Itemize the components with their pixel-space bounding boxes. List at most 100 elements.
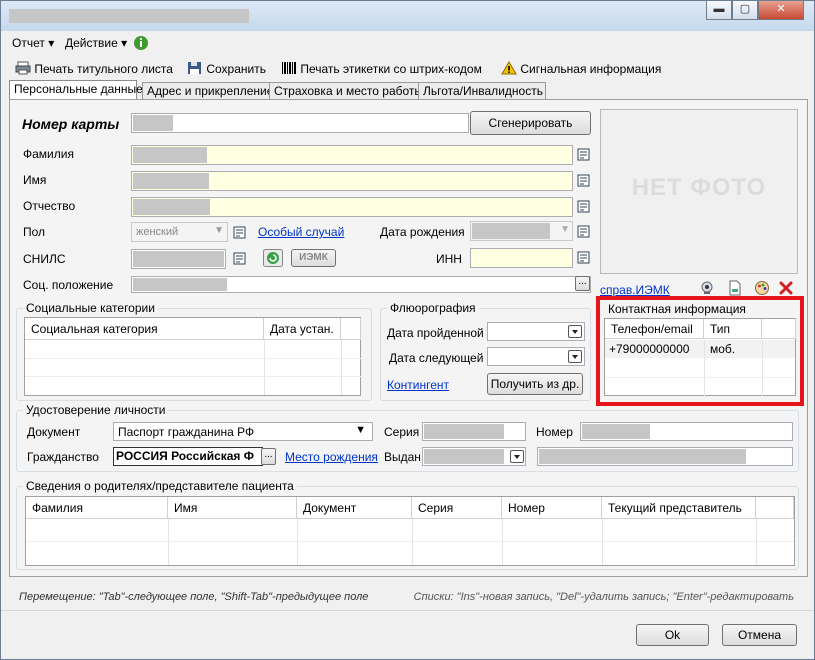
- parents-grid[interactable]: Фамилия Имя Документ Серия Номер Текущий…: [25, 496, 795, 566]
- tab-personal-data[interactable]: Персональные данные: [9, 80, 143, 100]
- birthplace-link[interactable]: Место рождения: [285, 450, 378, 464]
- refresh-icon[interactable]: [263, 249, 283, 267]
- calendar-dropdown-icon[interactable]: [568, 350, 582, 363]
- lookup-icon[interactable]: [233, 252, 247, 266]
- document-select[interactable]: Паспорт гражданина РФ ▼: [113, 422, 373, 441]
- lookup-icon[interactable]: [577, 174, 591, 188]
- patronymic-input[interactable]: [131, 197, 573, 217]
- fluorography-group: Флюорография Дата пройденной Дата следую…: [380, 301, 591, 401]
- file-icon[interactable]: [727, 280, 743, 296]
- column-header-type[interactable]: Тип: [704, 319, 762, 339]
- column-header-number[interactable]: Номер: [502, 497, 602, 519]
- column-header-document[interactable]: Документ: [297, 497, 412, 519]
- column-header-filler: [756, 497, 794, 519]
- grid-line: [341, 340, 342, 395]
- personal-data-panel: Номер карты Сгенерировать Фамилия Имя От…: [9, 99, 808, 577]
- signal-info-button[interactable]: Сигнальная информация: [501, 60, 661, 78]
- column-header-filler: [341, 318, 361, 340]
- surname-input[interactable]: [131, 145, 573, 165]
- social-categories-grid[interactable]: Социальная категория Дата устан.: [24, 317, 361, 396]
- hint-lists: Списки: "Ins"-новая запись, "Del"-удалит…: [413, 591, 794, 603]
- number-label: Номер: [536, 425, 573, 439]
- column-header-category[interactable]: Социальная категория: [25, 318, 264, 340]
- inn-label: ИНН: [436, 252, 462, 266]
- issued-date-input[interactable]: [537, 447, 793, 466]
- special-case-link[interactable]: Особый случай: [258, 225, 344, 239]
- lookup-icon[interactable]: [577, 148, 591, 162]
- grid-line: [264, 340, 265, 395]
- contingent-link[interactable]: Контингент: [387, 378, 449, 392]
- grid-line: [704, 340, 705, 396]
- print-labels-button[interactable]: Печать этикетки со штрих-кодом: [281, 60, 482, 78]
- save-button[interactable]: Сохранить: [187, 60, 266, 78]
- social-categories-group: Социальные категории Социальная категори…: [16, 301, 372, 401]
- webcam-icon[interactable]: [699, 280, 715, 296]
- grid-line: [25, 358, 361, 359]
- column-header-series[interactable]: Серия: [412, 497, 502, 519]
- menu-action[interactable]: Действие ▾: [65, 36, 127, 50]
- column-header-surname[interactable]: Фамилия: [26, 497, 168, 519]
- issued-by-select[interactable]: [422, 447, 526, 466]
- lookup-icon[interactable]: [577, 200, 591, 214]
- iemk-button[interactable]: ИЭМК: [291, 249, 336, 267]
- fluoro-done-input[interactable]: [487, 322, 585, 341]
- cancel-button[interactable]: Отмена: [722, 624, 797, 646]
- grid-line: [412, 519, 413, 565]
- social-status-browse-button[interactable]: ...: [575, 276, 590, 291]
- maximize-button[interactable]: ▢: [732, 1, 758, 20]
- card-number-input[interactable]: [131, 113, 469, 133]
- tab-address[interactable]: Адрес и прикрепление: [142, 82, 273, 100]
- dob-label: Дата рождения: [380, 225, 465, 239]
- calendar-dropdown-icon[interactable]: [568, 325, 582, 338]
- column-header-phone[interactable]: Телефон/email: [605, 319, 704, 339]
- lookup-icon[interactable]: [577, 225, 591, 239]
- minimize-button[interactable]: ▬: [706, 1, 732, 20]
- parents-title: Сведения о родителях/представителе пацие…: [23, 479, 297, 493]
- info-icon[interactable]: [133, 35, 149, 51]
- grid-line: [26, 541, 794, 542]
- ok-button[interactable]: Ok: [636, 624, 709, 646]
- photo-area[interactable]: НЕТ ФОТО: [600, 109, 798, 274]
- social-status-input[interactable]: [131, 276, 591, 293]
- fetch-from-other-button[interactable]: Получить из др.: [487, 373, 583, 395]
- name-input[interactable]: [131, 171, 573, 191]
- tab-insurance[interactable]: Страховка и место работы: [269, 82, 423, 100]
- table-row[interactable]: +79000000000 моб.: [605, 340, 795, 358]
- column-header-date[interactable]: Дата устан.: [264, 318, 341, 340]
- close-window-button[interactable]: ✕: [758, 1, 804, 20]
- delete-photo-icon[interactable]: [778, 280, 794, 296]
- redacted-value: [133, 173, 209, 189]
- sex-select[interactable]: женский ▼: [131, 222, 228, 242]
- redacted-value: [133, 251, 224, 267]
- contact-info-grid[interactable]: Телефон/email Тип +79000000000 моб.: [604, 318, 796, 396]
- fluorography-title: Флюорография: [387, 301, 479, 315]
- citizenship-input[interactable]: РОССИЯ Российская Ф: [113, 447, 263, 466]
- print-title-button[interactable]: Печать титульного листа: [15, 60, 173, 78]
- dob-input[interactable]: ▼: [470, 221, 573, 241]
- lookup-icon[interactable]: [233, 226, 247, 240]
- column-header-representative[interactable]: Текущий представитель: [602, 497, 756, 519]
- generate-button[interactable]: Сгенерировать: [470, 111, 591, 135]
- series-input[interactable]: [422, 422, 526, 441]
- fluoro-next-input[interactable]: [487, 347, 585, 366]
- citizenship-browse-button[interactable]: ...: [261, 448, 276, 465]
- column-header-name[interactable]: Имя: [168, 497, 297, 519]
- snils-input[interactable]: [131, 249, 226, 269]
- tab-benefits[interactable]: Льгота/Инвалидность: [418, 82, 546, 100]
- chevron-down-icon: ▼: [560, 224, 570, 235]
- redacted-value: [133, 115, 173, 131]
- number-input[interactable]: [580, 422, 793, 441]
- grid-line: [502, 519, 503, 565]
- parents-group: Сведения о родителях/представителе пацие…: [16, 479, 799, 570]
- lookup-icon[interactable]: [577, 251, 591, 265]
- contact-info-title: Контактная информация: [608, 302, 746, 316]
- iemk-reference-link[interactable]: справ.ИЭМК: [600, 283, 670, 297]
- inn-input[interactable]: [470, 248, 573, 268]
- title-bar[interactable]: ▬ ▢ ✕: [1, 1, 814, 31]
- fluoro-next-label: Дата следующей: [389, 351, 484, 365]
- chevron-down-icon[interactable]: [510, 450, 524, 463]
- redacted-value: [582, 424, 650, 439]
- print-labels-label: Печать этикетки со штрих-кодом: [300, 62, 482, 76]
- menu-report[interactable]: Отчет ▾: [12, 36, 54, 50]
- palette-icon[interactable]: [754, 280, 770, 296]
